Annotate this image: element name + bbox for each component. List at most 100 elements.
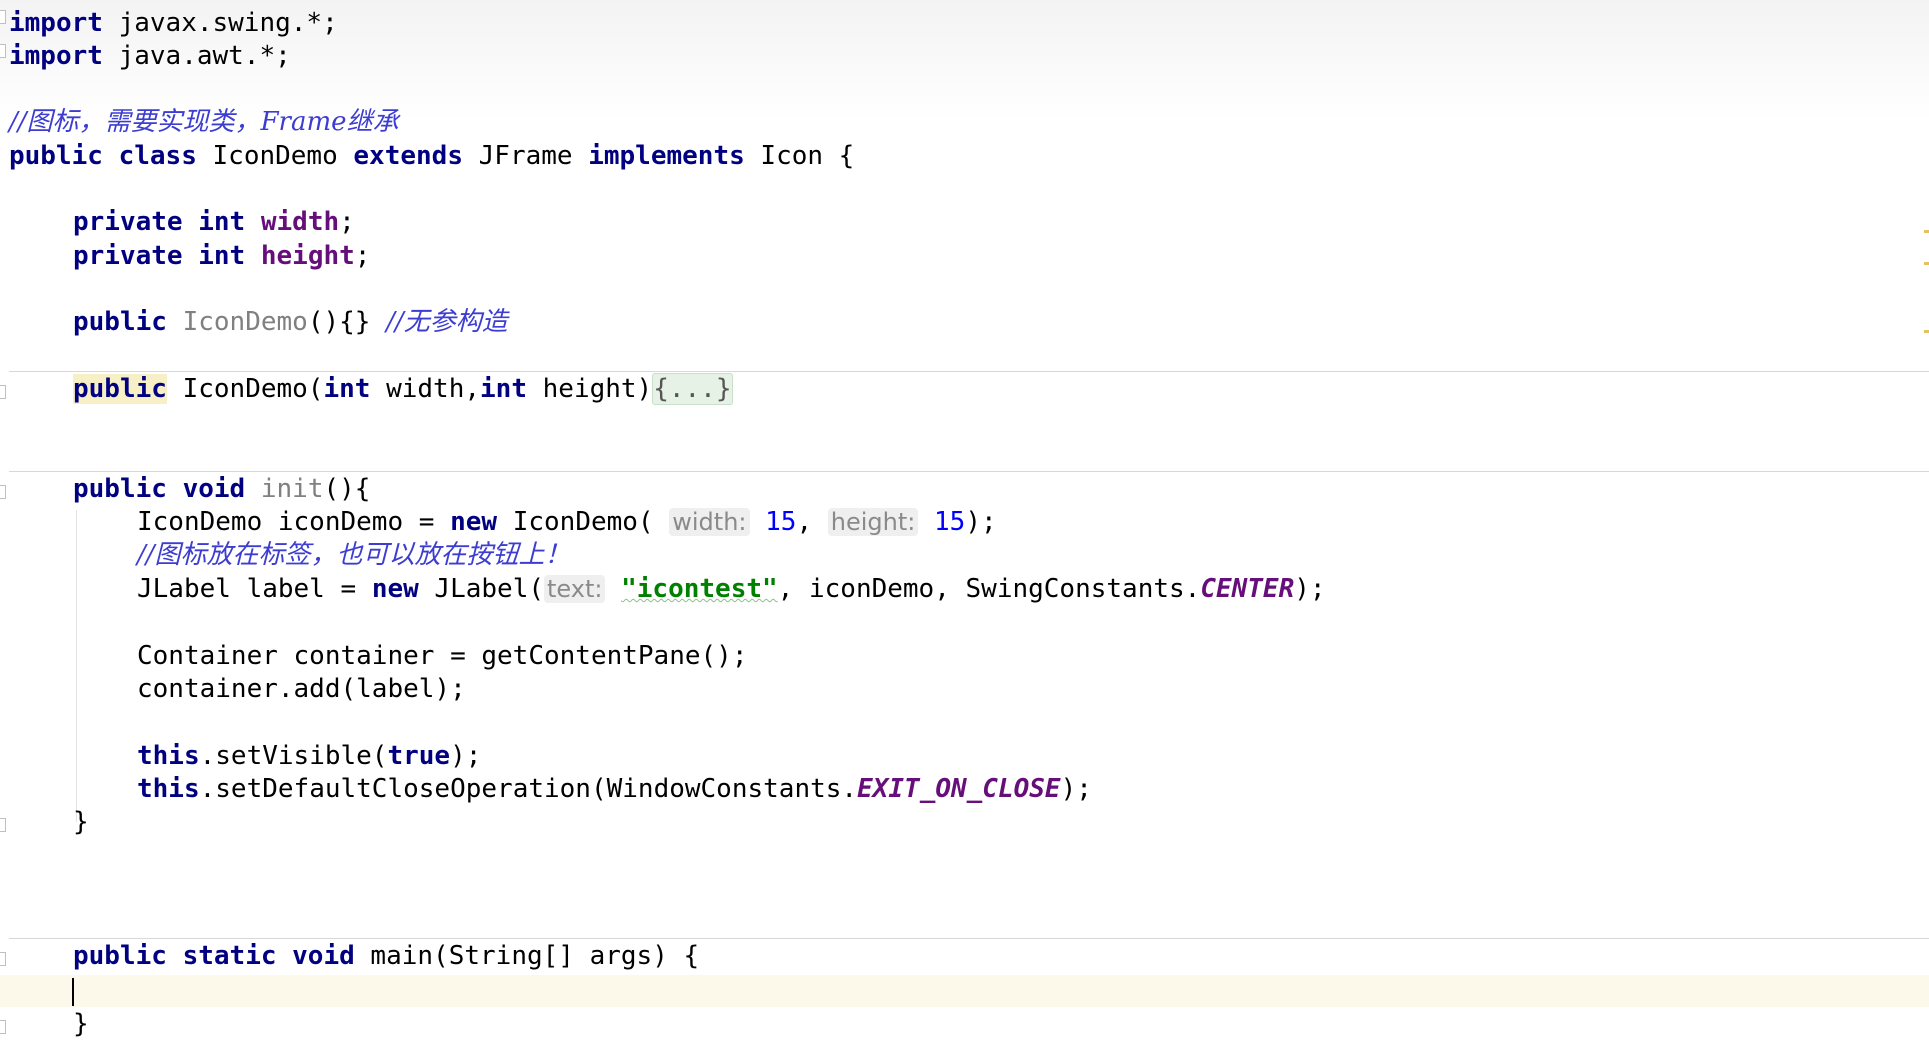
keyword: true <box>387 741 451 771</box>
code-text: } <box>73 807 89 837</box>
keyword: static <box>182 941 277 971</box>
keyword: new <box>371 574 419 604</box>
keyword: this <box>137 774 200 804</box>
code-line-main-decl[interactable]: public static void main(String[] args) { <box>73 940 699 973</box>
scroll-marker[interactable] <box>1924 262 1929 265</box>
parameter-hint: height: <box>827 508 919 536</box>
parameter-hint: text: <box>544 575 606 603</box>
code-text: ); <box>450 741 482 771</box>
parameter-hint: width: <box>669 508 750 536</box>
code-text: IconDemo iconDemo = <box>137 507 451 537</box>
keyword: import <box>9 8 103 38</box>
scroll-marker[interactable] <box>1924 230 1929 233</box>
field-name: height <box>260 241 355 271</box>
fold-marker-icon[interactable] <box>0 485 6 499</box>
code-text: Container container = getContentPane(); <box>137 641 748 671</box>
code-line-class-decl[interactable]: public class IconDemo extends JFrame imp… <box>9 140 854 173</box>
fold-marker-icon[interactable] <box>0 385 6 399</box>
code-text: container.add(label); <box>137 674 466 704</box>
fold-marker-icon[interactable] <box>0 44 6 58</box>
comment: //图标放在标签，也可以放在按钮上！ <box>137 540 571 570</box>
parent-class: JFrame <box>462 141 589 171</box>
text-caret <box>72 978 74 1006</box>
keyword: int <box>198 207 246 237</box>
code-text: .setVisible( <box>199 741 388 771</box>
code-text: ); <box>965 507 997 537</box>
number-literal: 15 <box>765 507 797 537</box>
unused-constructor-name: IconDemo <box>182 307 308 337</box>
code-editor[interactable]: import javax.swing.*; import java.awt.*;… <box>0 0 1929 1064</box>
code-line-set-default-close[interactable]: this.setDefaultCloseOperation(WindowCons… <box>137 773 1092 806</box>
keyword: private <box>73 241 183 271</box>
code-line-new-jlabel[interactable]: JLabel label = new JLabel(text: "icontes… <box>137 573 1326 606</box>
keyword: extends <box>353 141 463 171</box>
string-literal: "icontest" <box>621 574 778 604</box>
constant: EXIT_ON_CLOSE <box>857 774 1061 804</box>
fold-marker-icon[interactable] <box>0 1020 6 1034</box>
field-name: width <box>260 207 340 237</box>
code-text: height) <box>526 374 653 404</box>
comment: //无参构造 <box>386 307 508 337</box>
code-text: javax.swing.*; <box>102 8 338 38</box>
code-text: , <box>796 507 828 537</box>
code-text: main(String[] args) { <box>354 941 700 971</box>
keyword: void <box>182 474 246 504</box>
keyword: int <box>198 241 246 271</box>
code-text: ; <box>354 241 371 271</box>
code-line-ctor-noarg[interactable]: public IconDemo(){} //无参构造 <box>73 306 508 339</box>
code-line-init-close[interactable]: } <box>73 806 89 839</box>
keyword: public <box>73 474 167 504</box>
fold-marker-icon[interactable] <box>0 952 6 966</box>
folded-code-block[interactable]: {...} <box>652 373 733 405</box>
keyword: implements <box>588 141 745 171</box>
code-line-comment-class[interactable]: //图标，需要实现类，Frame继承 <box>9 106 399 139</box>
code-line-import-awt[interactable]: import java.awt.*; <box>9 40 291 73</box>
code-text: IconDemo( <box>497 507 654 537</box>
method-separator <box>9 938 1929 939</box>
code-line-init-decl[interactable]: public void init(){ <box>73 473 370 506</box>
keyword: class <box>118 141 197 171</box>
number-literal: 15 <box>934 507 966 537</box>
keyword: public <box>73 307 167 337</box>
code-text: ); <box>1294 574 1326 604</box>
method-name: init <box>260 474 324 504</box>
keyword: void <box>292 941 355 971</box>
code-line-ctor-args[interactable]: public IconDemo(int width,int height){..… <box>73 373 733 406</box>
fold-marker-icon[interactable] <box>0 818 6 832</box>
code-line-set-visible[interactable]: this.setVisible(true); <box>137 740 481 773</box>
code-line-get-content-pane[interactable]: Container container = getContentPane(); <box>137 640 747 673</box>
code-text: } <box>73 1009 89 1039</box>
code-text: ); <box>1060 774 1092 804</box>
method-separator <box>9 471 1929 472</box>
code-line-import-swing[interactable]: import javax.swing.*; <box>9 7 338 40</box>
code-text: (){ <box>323 474 371 504</box>
code-text: ; <box>339 207 355 237</box>
code-line-field-height[interactable]: private int height; <box>73 240 370 273</box>
code-line-new-icondemo[interactable]: IconDemo iconDemo = new IconDemo( width:… <box>137 506 997 539</box>
fold-marker-icon[interactable] <box>0 10 6 24</box>
code-text: (){} <box>307 307 387 337</box>
code-line-main-close[interactable]: } <box>73 1008 89 1041</box>
code-line-container-add[interactable]: container.add(label); <box>137 673 466 706</box>
keyword: this <box>137 741 200 771</box>
keyword: int <box>323 374 371 404</box>
method-separator <box>9 371 1929 372</box>
constant: CENTER <box>1200 574 1295 604</box>
code-text: JLabel( <box>418 574 545 604</box>
scroll-marker[interactable] <box>1924 330 1929 333</box>
code-text: IconDemo( <box>166 374 324 404</box>
keyword: int <box>480 374 527 404</box>
indent-guide <box>76 510 77 822</box>
code-text: JLabel label = <box>137 574 372 604</box>
keyword: public <box>9 141 103 171</box>
code-text: java.awt.*; <box>102 41 291 71</box>
keyword: public <box>73 374 167 404</box>
code-line-field-width[interactable]: private int width; <box>73 206 355 239</box>
code-line-init-comment[interactable]: //图标放在标签，也可以放在按钮上！ <box>137 539 571 572</box>
keyword: import <box>9 41 103 71</box>
interface-name: Icon { <box>744 141 855 171</box>
comment: //图标，需要实现类，Frame继承 <box>9 107 399 137</box>
code-text: , iconDemo, SwingConstants. <box>777 574 1201 604</box>
keyword: new <box>450 507 498 537</box>
code-text: width, <box>370 374 481 404</box>
